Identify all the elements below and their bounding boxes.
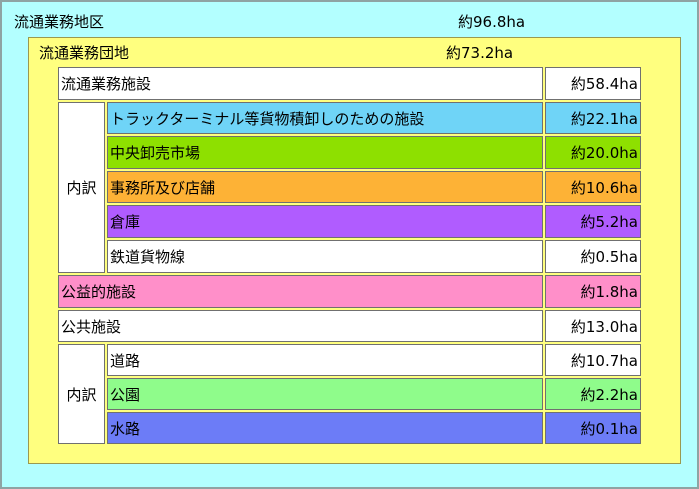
- central-market-label: 中央卸売市場: [107, 136, 543, 169]
- park-area: 約2.2ha: [545, 378, 641, 410]
- logistics-label: 流通業務施設: [58, 67, 543, 100]
- warehouse-area: 約5.2ha: [545, 205, 641, 238]
- truck-terminal-area: 約22.1ha: [545, 102, 641, 134]
- road-area: 約10.7ha: [545, 344, 641, 376]
- public-facilities-label: 公共施設: [58, 310, 543, 342]
- logistics-area: 約58.4ha: [545, 67, 641, 100]
- road-label: 道路: [107, 344, 543, 376]
- central-market-area: 約20.0ha: [545, 136, 641, 169]
- rail-freight-area: 約0.5ha: [545, 240, 641, 273]
- office-store-label: 事務所及び店舗: [107, 171, 543, 203]
- public-breakdown-label: 内訳: [58, 344, 105, 444]
- warehouse-label: 倉庫: [107, 205, 543, 238]
- public-benefit-label: 公益的施設: [58, 275, 543, 308]
- waterway-label: 水路: [107, 412, 543, 444]
- district-title: 流通業務地区: [14, 13, 105, 31]
- truck-terminal-label: トラックターミナル等貨物積卸しのための施設: [107, 102, 543, 134]
- district-area: 約96.8ha: [458, 13, 526, 31]
- public-facilities-area: 約13.0ha: [545, 310, 641, 342]
- park-label: 公園: [107, 378, 543, 410]
- rail-freight-label: 鉄道貨物線: [107, 240, 543, 273]
- public-benefit-area: 約1.8ha: [545, 275, 641, 308]
- office-store-area: 約10.6ha: [545, 171, 641, 203]
- logistics-breakdown-label: 内訳: [58, 102, 105, 273]
- estate-area: 約73.2ha: [446, 44, 514, 62]
- estate-title: 流通業務団地: [39, 44, 130, 62]
- waterway-area: 約0.1ha: [545, 412, 641, 444]
